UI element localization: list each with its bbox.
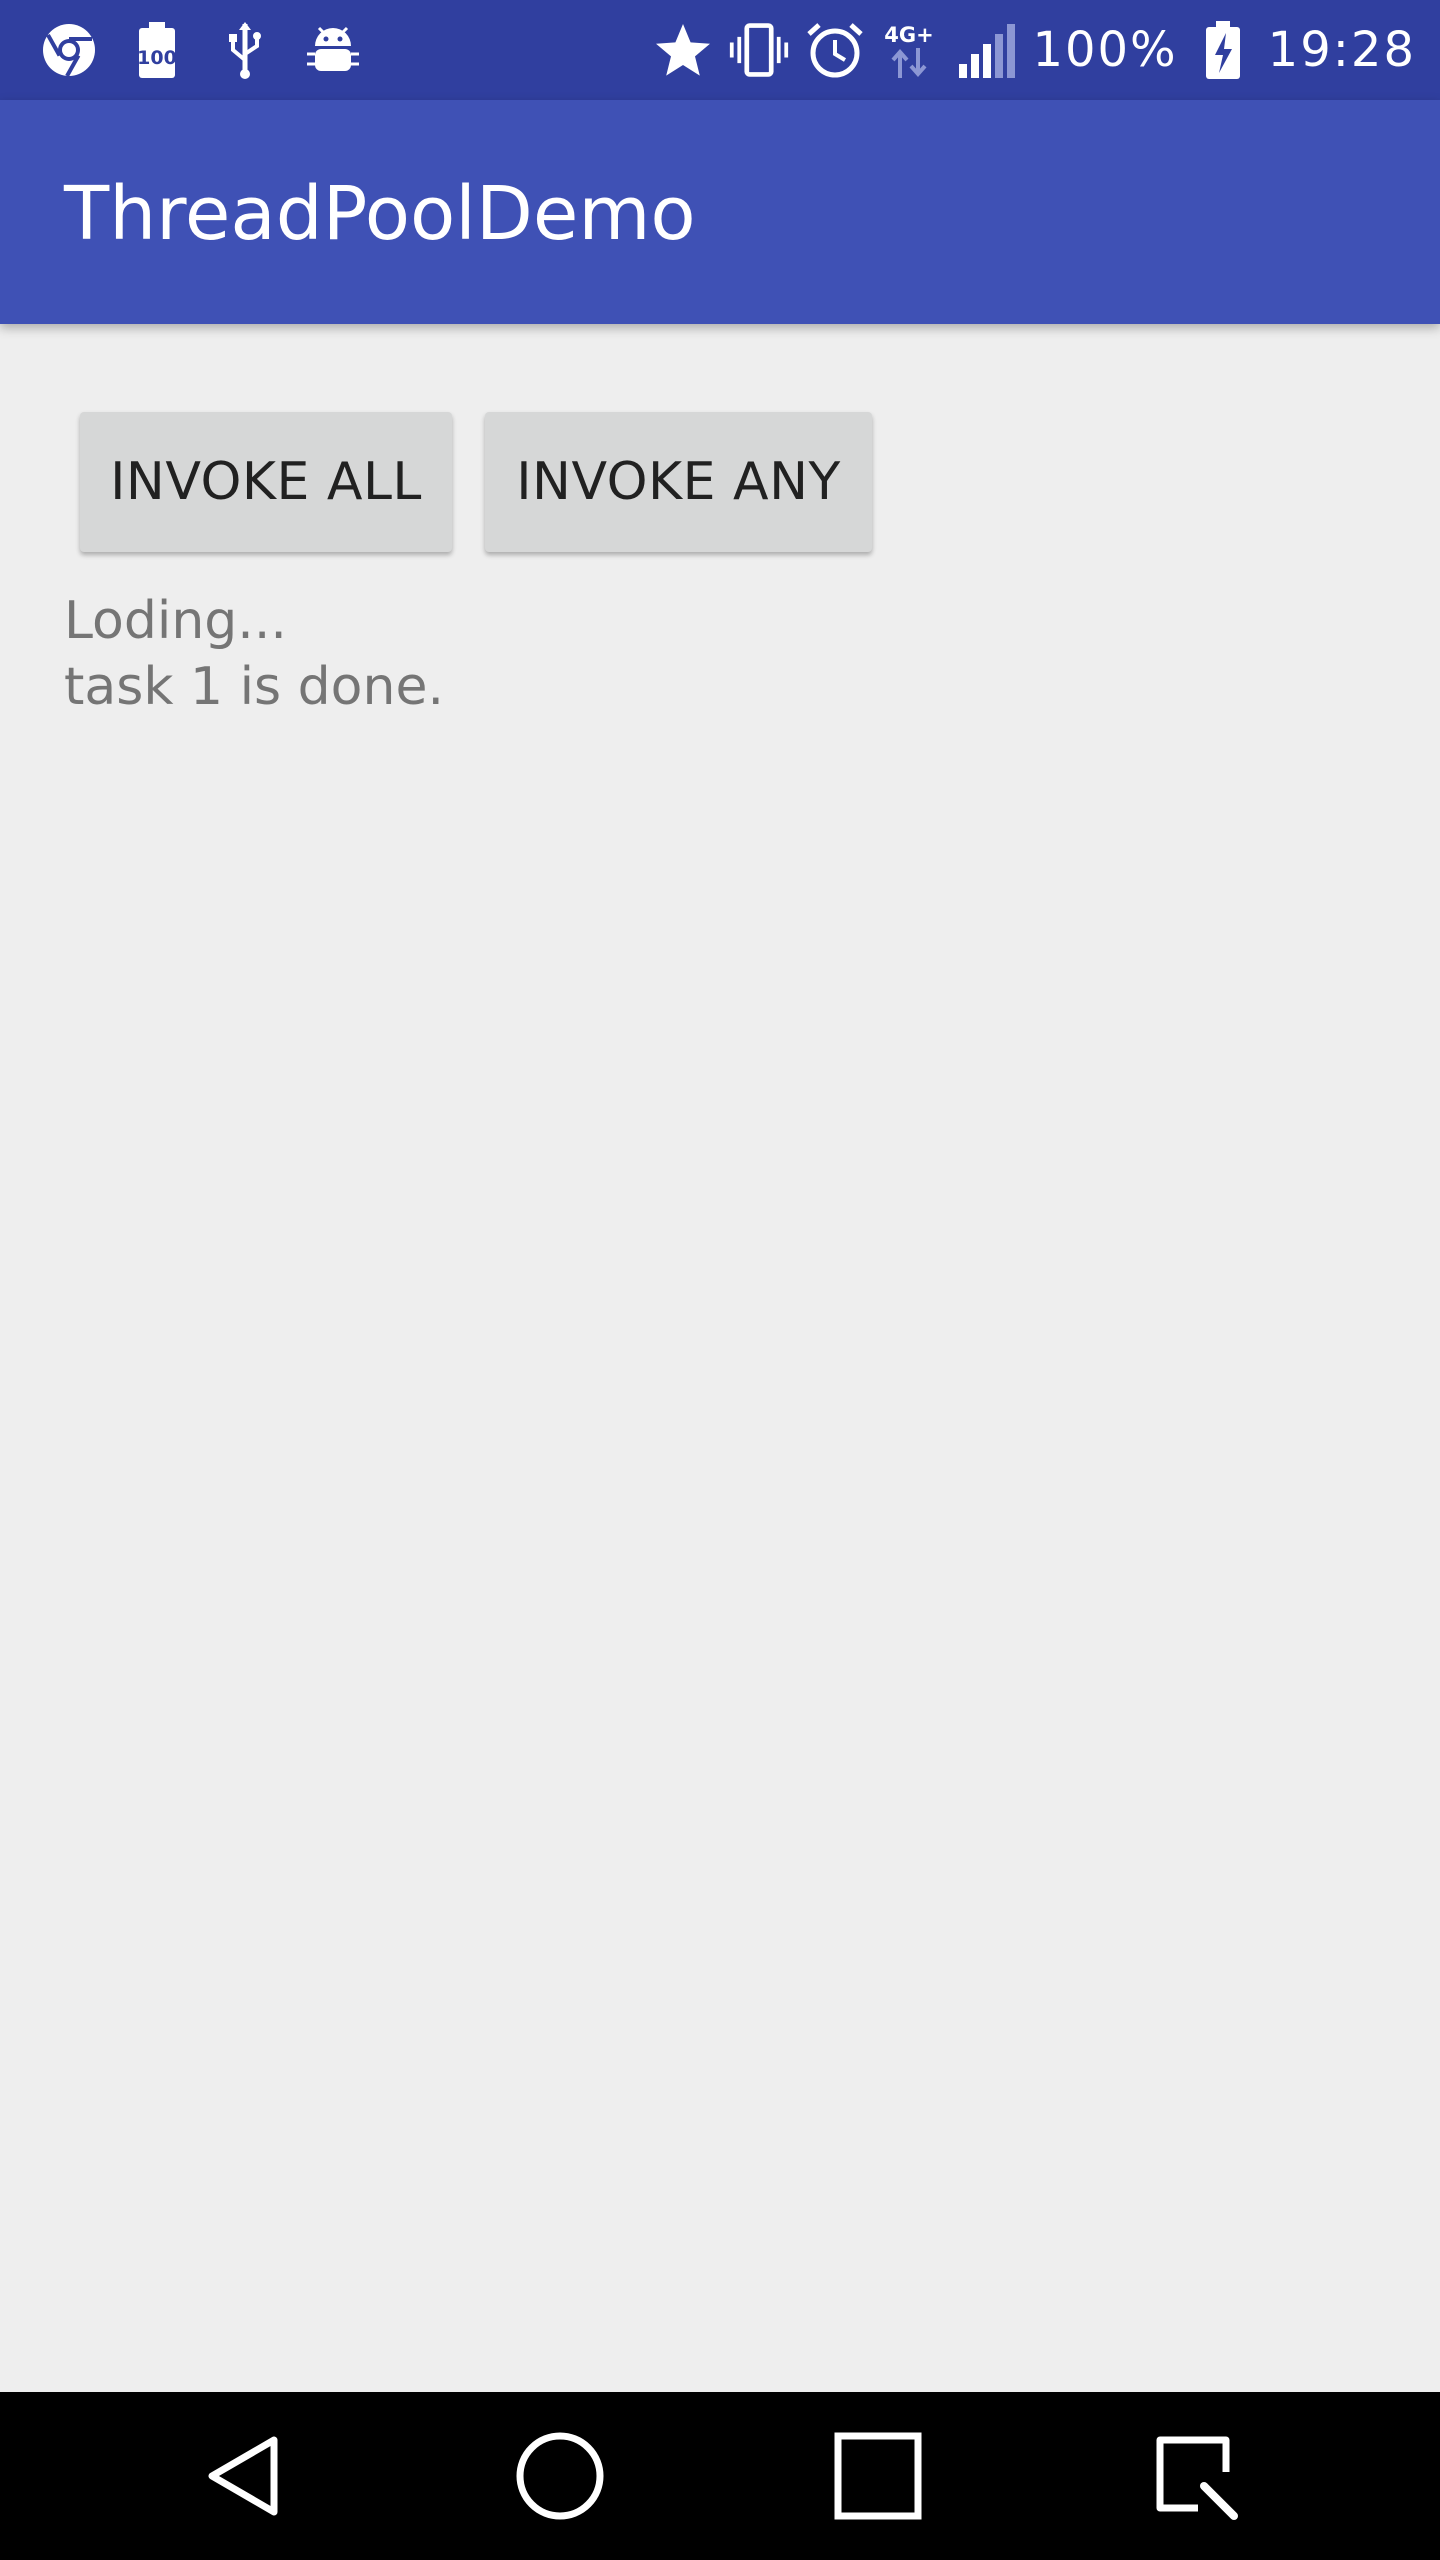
battery-percent: 100%	[1032, 22, 1178, 78]
invoke-any-button[interactable]: INVOKE ANY	[485, 412, 872, 552]
recents-icon[interactable]	[818, 2416, 938, 2536]
status-bar-left: 100	[38, 18, 364, 82]
network-4g-icon: 4G+	[880, 19, 942, 81]
battery-charging-icon	[1192, 19, 1254, 81]
vibrate-icon	[728, 19, 790, 81]
battery-100-icon: 100	[126, 19, 188, 81]
usb-icon	[214, 19, 276, 81]
navigation-bar	[0, 2392, 1440, 2560]
signal-icon	[956, 19, 1018, 81]
status-bar-right: 4G+ 100% 19:28	[652, 18, 1416, 82]
star-icon	[652, 19, 714, 81]
app-bar: ThreadPoolDemo	[0, 100, 1440, 324]
back-icon[interactable]	[184, 2416, 304, 2536]
main-content: INVOKE ALL INVOKE ANY Loding... task 1 i…	[0, 324, 1440, 2392]
status-bar: 100 4G+ 100% 19:28	[0, 0, 1440, 100]
chrome-icon	[38, 19, 100, 81]
log-line: task 1 is done.	[64, 657, 444, 717]
home-icon[interactable]	[500, 2416, 620, 2536]
network-label: 4G+	[885, 23, 934, 47]
status-time: 19:28	[1267, 22, 1416, 78]
log-output: Loding... task 1 is done.	[64, 588, 444, 720]
log-line: Loding...	[64, 591, 287, 651]
android-debug-icon	[302, 19, 364, 81]
screenshot-icon[interactable]	[1136, 2416, 1256, 2536]
invoke-all-button[interactable]: INVOKE ALL	[80, 412, 452, 552]
app-title: ThreadPoolDemo	[64, 171, 696, 257]
alarm-icon	[804, 19, 866, 81]
svg-text:100: 100	[137, 47, 177, 69]
